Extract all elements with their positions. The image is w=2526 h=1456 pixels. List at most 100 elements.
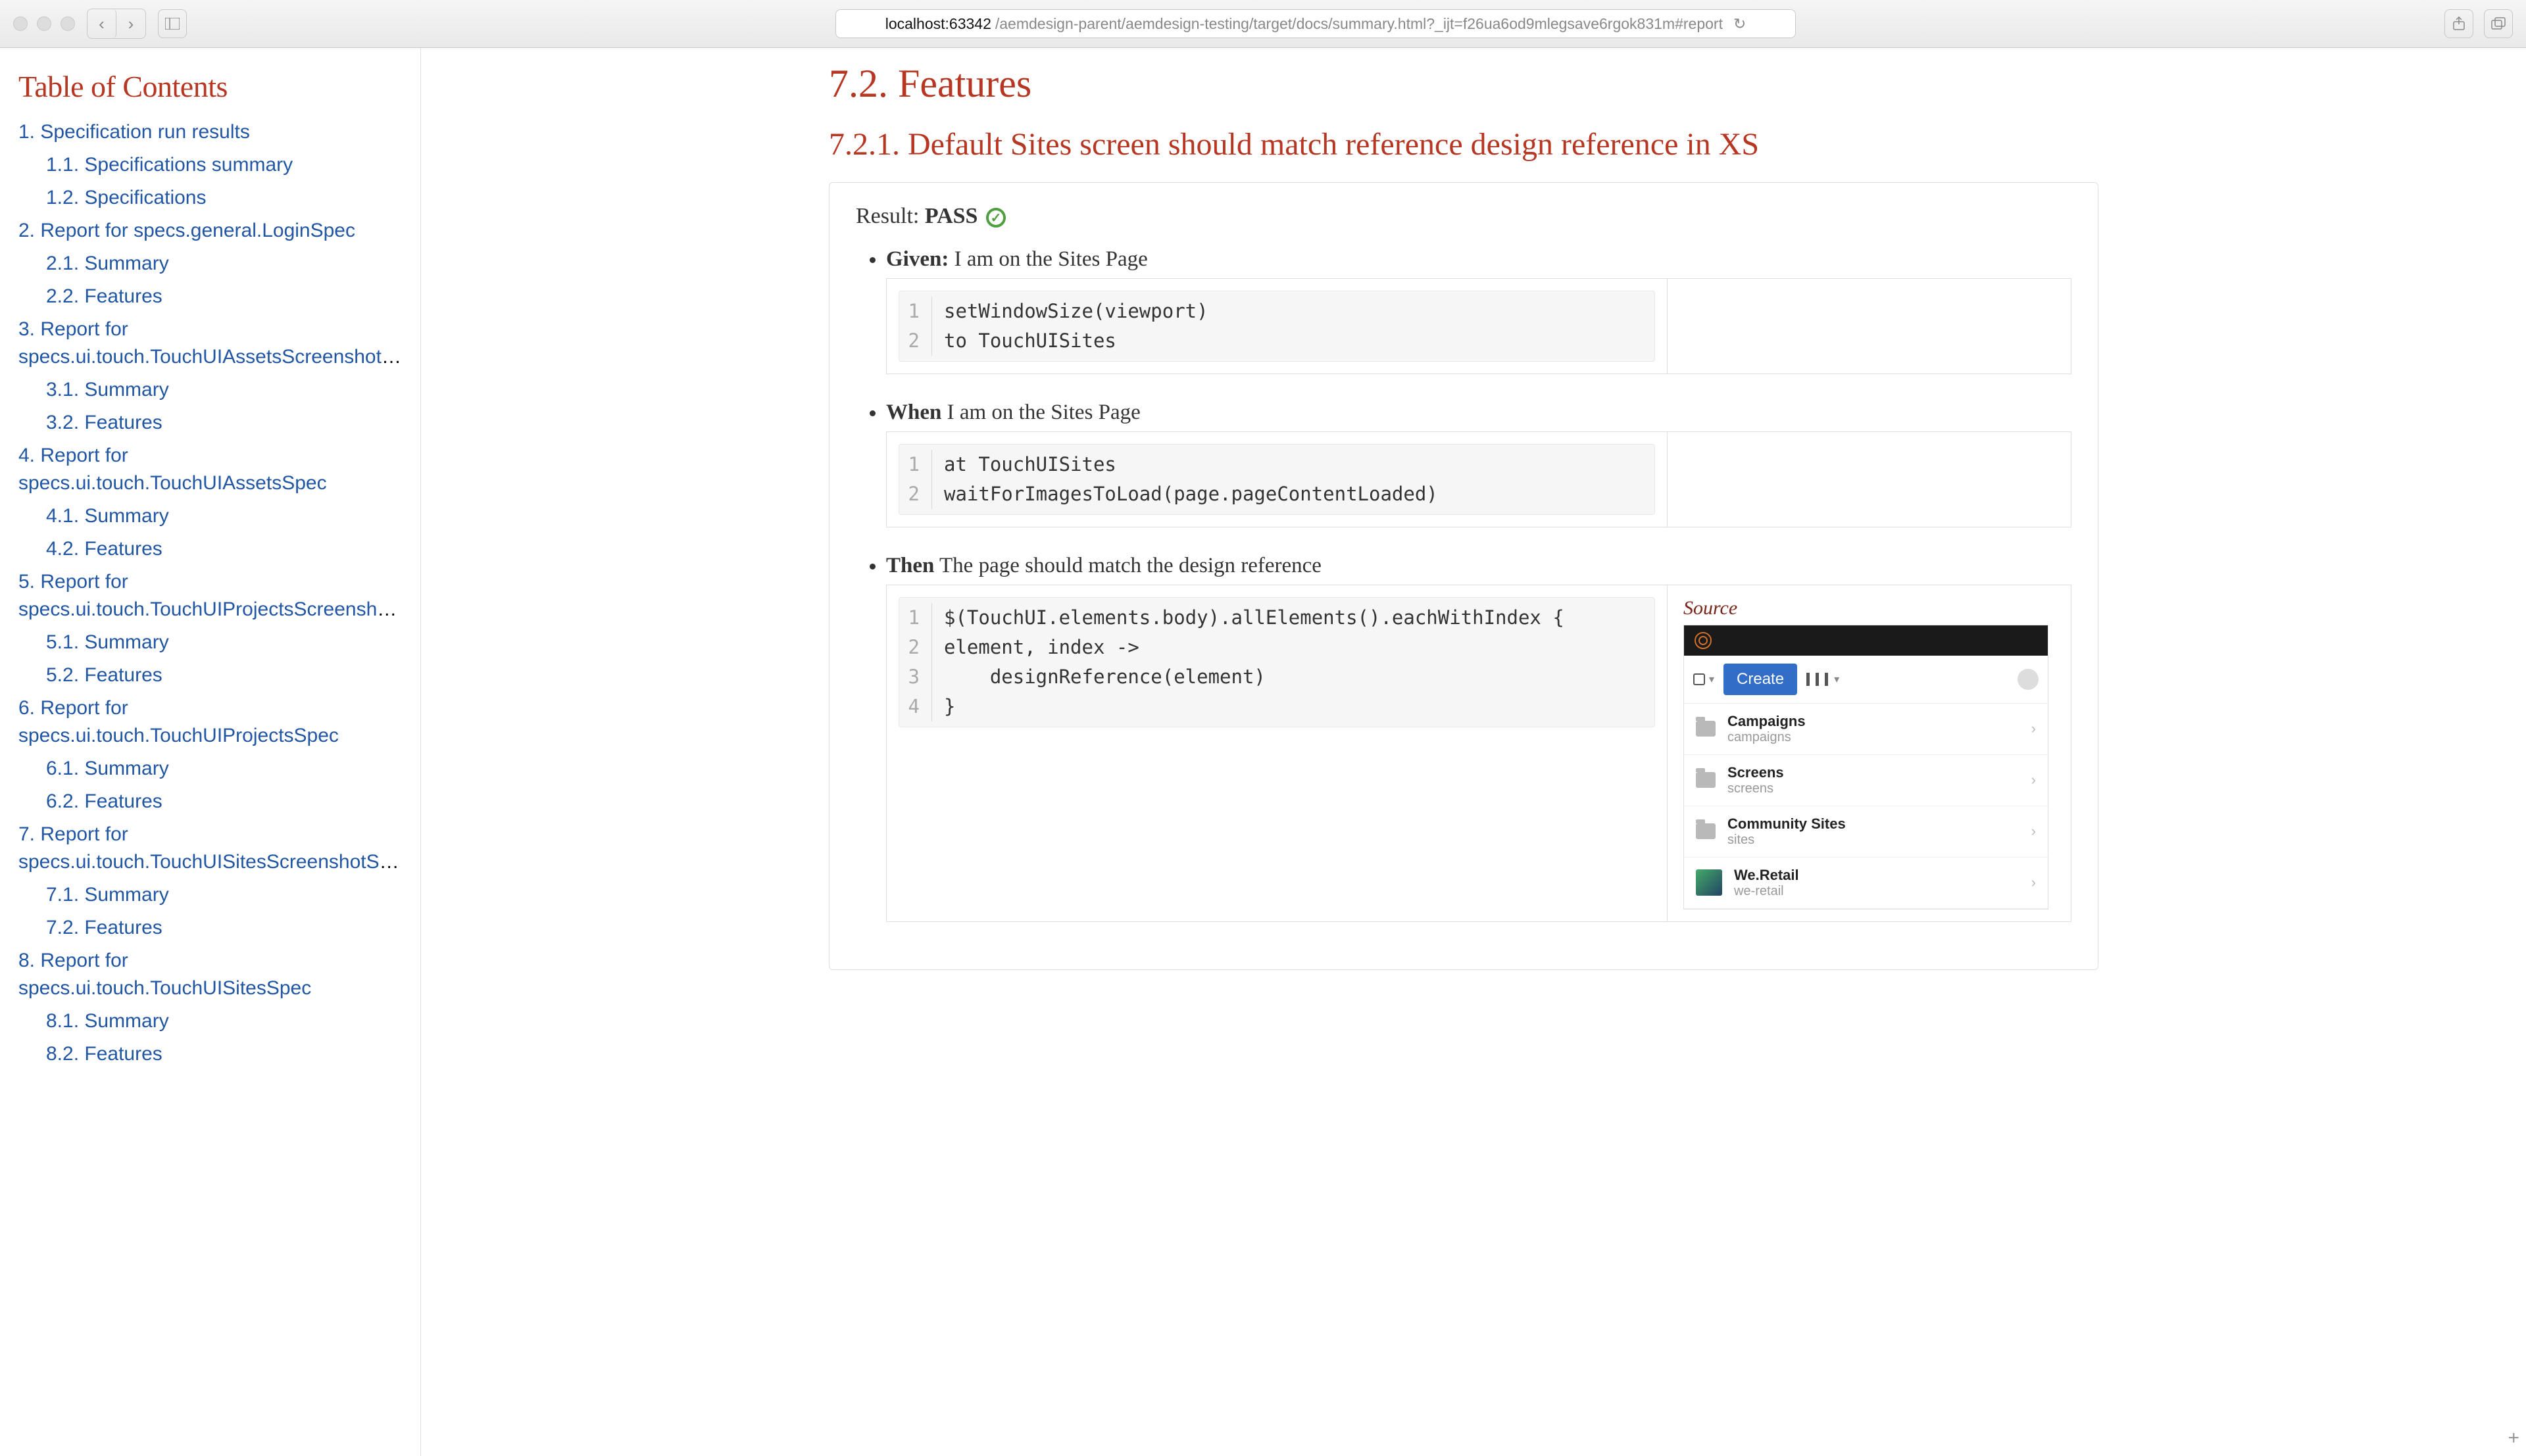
url-path: /aemdesign-parent/aemdesign-testing/targ… <box>995 15 1723 33</box>
toc-link[interactable]: 6.2. Features <box>46 790 162 812</box>
toc-link[interactable]: 3. Report for specs.ui.touch.TouchUIAsse… <box>18 318 402 368</box>
toc-item[interactable]: 4.2. Features <box>18 533 402 566</box>
step-text: The page should match the design referen… <box>934 554 1322 577</box>
browser-window: ‹ › localhost:63342/aemdesign-parent/aem… <box>0 0 2526 1456</box>
chevron-right-icon: › <box>2031 874 2036 891</box>
mock-row-text: Campaignscampaigns <box>1727 713 2019 745</box>
toc-link[interactable]: 2. Report for specs.general.LoginSpec <box>18 220 355 241</box>
new-tab-plus-icon[interactable]: + <box>2508 1427 2519 1449</box>
toc-link[interactable]: 3.2. Features <box>46 412 162 433</box>
toc-item[interactable]: 2.2. Features <box>18 280 402 313</box>
code-block-row: 1at TouchUISites2waitForImagesToLoad(pag… <box>886 431 2071 527</box>
toc-item[interactable]: 1.1. Specifications summary <box>18 149 402 182</box>
view-switcher: ▾ <box>1806 673 1839 686</box>
toc-item[interactable]: 7. Report for specs.ui.touch.TouchUISite… <box>18 818 402 879</box>
toc-link[interactable]: 1.1. Specifications summary <box>46 154 293 176</box>
line-number: 2 <box>899 326 932 356</box>
code-block: 1at TouchUISites2waitForImagesToLoad(pag… <box>899 444 1655 515</box>
aem-logo-icon <box>1695 632 1712 649</box>
toc-item[interactable]: 5.2. Features <box>18 659 402 692</box>
result-value: PASS <box>925 204 978 228</box>
toc-item[interactable]: 1. Specification run results <box>18 116 402 149</box>
line-number: 1 <box>899 603 932 633</box>
code-line: to TouchUISites <box>932 326 1654 356</box>
toc-item[interactable]: 8.1. Summary <box>18 1005 402 1038</box>
toc-item[interactable]: 6. Report for specs.ui.touch.TouchUIProj… <box>18 692 402 752</box>
toc-link[interactable]: 8.2. Features <box>46 1043 162 1065</box>
toc-link[interactable]: 6. Report for specs.ui.touch.TouchUIProj… <box>18 697 339 746</box>
image-cell <box>1667 432 2071 527</box>
section-heading-h3: 7.2.1. Default Sites screen should match… <box>829 126 2098 162</box>
browser-chrome: ‹ › localhost:63342/aemdesign-parent/aem… <box>0 0 2526 48</box>
line-number: 2 <box>899 479 932 509</box>
toc-item[interactable]: 5. Report for specs.ui.touch.TouchUIProj… <box>18 566 402 626</box>
toc-item[interactable]: 7.2. Features <box>18 911 402 944</box>
code-line: at TouchUISites <box>932 450 1654 479</box>
toc-item[interactable]: 4.1. Summary <box>18 500 402 533</box>
toc-item[interactable]: 3.1. Summary <box>18 374 402 406</box>
toc-link[interactable]: 8. Report for specs.ui.touch.TouchUISite… <box>18 950 311 999</box>
result-label: Result: <box>856 204 925 228</box>
step-label: Given: <box>886 247 949 271</box>
toc-item[interactable]: 4. Report for specs.ui.touch.TouchUIAsse… <box>18 439 402 500</box>
toc-link[interactable]: 5.1. Summary <box>46 631 169 653</box>
feature-box: Result: PASS ✓ Given: I am on the Sites … <box>829 182 2098 970</box>
code-line: setWindowSize(viewport) <box>932 297 1654 326</box>
toc-item[interactable]: 8.2. Features <box>18 1038 402 1071</box>
sidebar-toggle-icon[interactable] <box>158 9 187 38</box>
tabs-icon[interactable] <box>2484 9 2513 38</box>
code-cell: 1$(TouchUI.elements.body).allElements().… <box>887 585 1667 921</box>
toc-link[interactable]: 8.1. Summary <box>46 1010 169 1032</box>
step-text: I am on the Sites Page <box>949 247 1147 271</box>
thumbnail-icon <box>1696 869 1722 896</box>
toc-item[interactable]: 6.1. Summary <box>18 752 402 785</box>
mock-row-text: Screensscreens <box>1727 764 2019 796</box>
chevron-right-icon: › <box>2031 771 2036 789</box>
url-host: localhost:63342 <box>885 15 991 33</box>
traffic-lights <box>13 16 75 31</box>
toc-list: 1. Specification run results 1.1. Specifi… <box>18 116 402 1071</box>
toc-link[interactable]: 2.2. Features <box>46 285 162 307</box>
toc-link[interactable]: 4.1. Summary <box>46 505 169 527</box>
toc-item[interactable]: 2.1. Summary <box>18 247 402 280</box>
toc-link[interactable]: 5.2. Features <box>46 664 162 686</box>
forward-button[interactable]: › <box>116 9 145 38</box>
mock-row-text: Community Sitessites <box>1727 815 2019 848</box>
toc-link[interactable]: 3.1. Summary <box>46 379 169 400</box>
toc-item[interactable]: 3.2. Features <box>18 406 402 439</box>
toc-item[interactable]: 8. Report for specs.ui.touch.TouchUISite… <box>18 944 402 1005</box>
steps-list: Given: I am on the Sites Page 1 setWindowS… <box>856 247 2071 922</box>
url-field[interactable]: localhost:63342/aemdesign-parent/aemdesi… <box>835 9 1796 38</box>
step-label: When <box>886 400 941 424</box>
pass-check-icon: ✓ <box>986 208 1006 228</box>
toc-item[interactable]: 1.2. Specifications <box>18 182 402 214</box>
toc-link[interactable]: 2.1. Summary <box>46 253 169 274</box>
toc-item[interactable]: 7.1. Summary <box>18 879 402 911</box>
mock-row-text: We.Retailwe-retail <box>1734 867 2019 899</box>
toc-item[interactable]: 3. Report for specs.ui.touch.TouchUIAsse… <box>18 313 402 374</box>
step-item: When I am on the Sites Page <box>886 400 2071 425</box>
toc-link[interactable]: 6.1. Summary <box>46 758 169 779</box>
toc-link[interactable]: 7.1. Summary <box>46 884 169 906</box>
toc-link[interactable]: 1.2. Specifications <box>46 187 206 208</box>
toc-link[interactable]: 4. Report for specs.ui.touch.TouchUIAsse… <box>18 445 327 494</box>
toc-sidebar: Table of Contents 1. Specification run r… <box>0 48 421 1456</box>
result-line: Result: PASS ✓ <box>856 204 2071 229</box>
code-line: waitForImagesToLoad(page.pageContentLoad… <box>932 479 1654 509</box>
share-icon[interactable] <box>2444 9 2473 38</box>
back-button[interactable]: ‹ <box>87 9 116 38</box>
toc-item[interactable]: 2. Report for specs.general.LoginSpec <box>18 214 402 247</box>
minimize-dot[interactable] <box>37 16 51 31</box>
zoom-dot[interactable] <box>61 16 75 31</box>
toc-item[interactable]: 6.2. Features <box>18 785 402 818</box>
close-dot[interactable] <box>13 16 28 31</box>
line-number: 1 <box>899 450 932 479</box>
toc-link[interactable]: 5. Report for specs.ui.touch.TouchUIProj… <box>18 571 402 620</box>
toc-link[interactable]: 4.2. Features <box>46 538 162 560</box>
line-number: 2 <box>899 633 932 662</box>
toc-link[interactable]: 7. Report for specs.ui.touch.TouchUISite… <box>18 823 402 873</box>
toc-item[interactable]: 5.1. Summary <box>18 626 402 659</box>
toc-link[interactable]: 7.2. Features <box>46 917 162 938</box>
reload-icon[interactable]: ↻ <box>1733 15 1746 33</box>
toc-link[interactable]: 1. Specification run results <box>18 121 250 143</box>
